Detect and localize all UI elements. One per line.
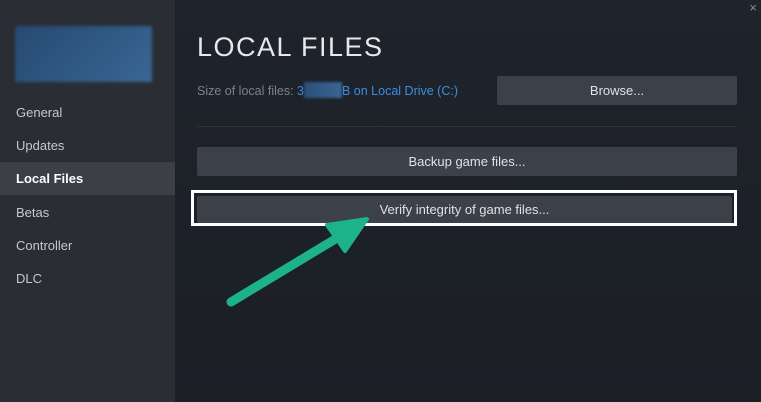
game-thumbnail bbox=[15, 26, 152, 82]
browse-button[interactable]: Browse... bbox=[497, 76, 737, 105]
close-icon[interactable]: × bbox=[749, 0, 757, 15]
sidebar-item-dlc[interactable]: DLC bbox=[0, 262, 175, 295]
size-value-link[interactable]: 3 B on Local Drive (C:) bbox=[297, 82, 459, 98]
size-label: Size of local files: bbox=[197, 84, 298, 98]
sidebar-item-local-files[interactable]: Local Files bbox=[0, 162, 175, 195]
divider bbox=[197, 126, 737, 127]
sidebar-item-updates[interactable]: Updates bbox=[0, 129, 175, 162]
page-title: LOCAL FILES bbox=[197, 32, 384, 62]
size-value-end: B on Local Drive (C:) bbox=[342, 84, 459, 98]
sidebar-item-general[interactable]: General bbox=[0, 96, 175, 129]
properties-window: General Updates Local Files Betas Contro… bbox=[0, 0, 761, 402]
sidebar: General Updates Local Files Betas Contro… bbox=[0, 0, 175, 402]
size-value-start: 3 bbox=[297, 84, 304, 98]
sidebar-item-betas[interactable]: Betas bbox=[0, 196, 175, 229]
redacted-region bbox=[304, 82, 342, 98]
local-files-size: Size of local files: 3 B on Local Drive (… bbox=[197, 82, 458, 98]
highlight-box bbox=[191, 190, 737, 226]
sidebar-item-controller[interactable]: Controller bbox=[0, 229, 175, 262]
main-panel: × LOCAL FILES Size of local files: 3 B on… bbox=[175, 0, 761, 402]
backup-game-files-button[interactable]: Backup game files... bbox=[197, 147, 737, 176]
